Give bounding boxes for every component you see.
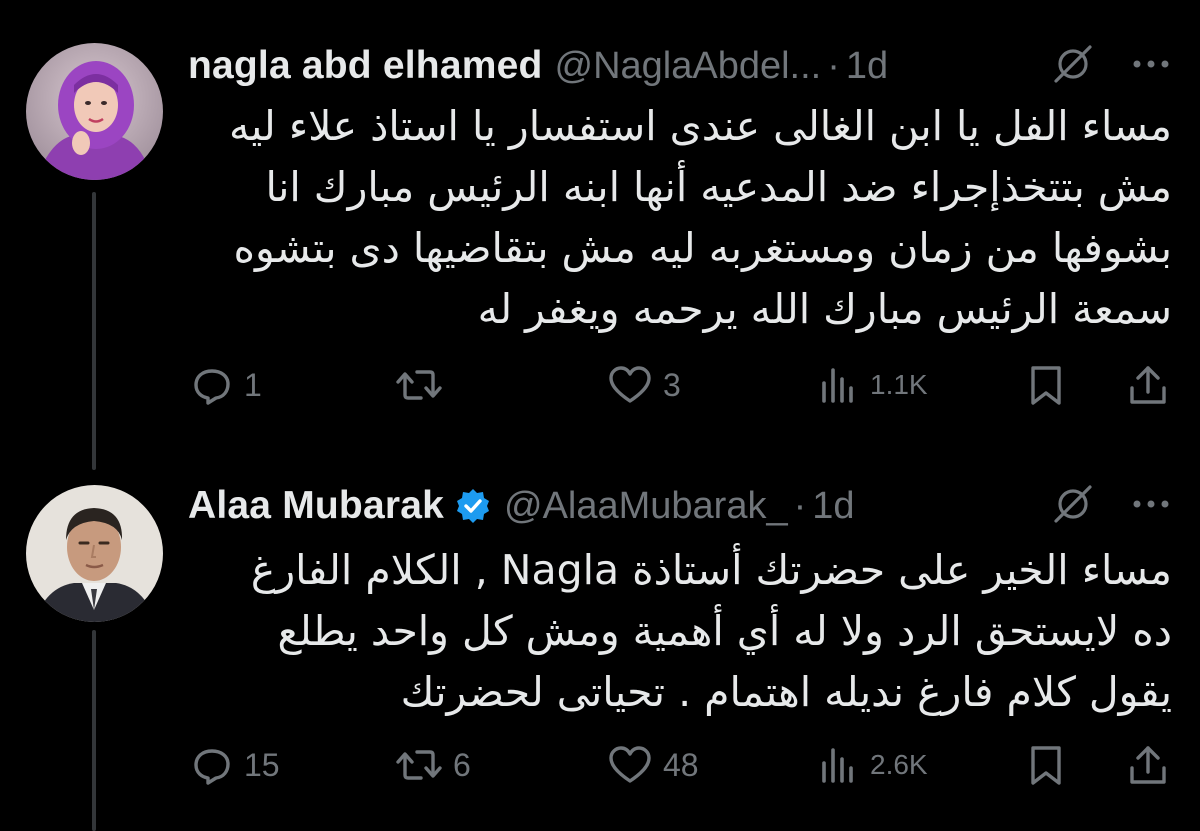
- views-button[interactable]: 1.1K: [816, 360, 928, 410]
- tweet-text-line: بشوفها من زمان ومستغربه ليه مش بتقاضيها …: [233, 224, 1173, 272]
- author-handle[interactable]: @NaglaAbdel...: [555, 45, 822, 88]
- tweet-actions: 15 6 48 2.6K: [188, 740, 1172, 790]
- tweet[interactable]: nagla abd elhamed @NaglaAbdel... · 1d مس…: [0, 0, 1200, 470]
- separator-dot: ·: [793, 484, 807, 527]
- author-handle[interactable]: @AlaaMubarak_: [504, 485, 788, 528]
- views-icon: [816, 363, 860, 407]
- tweet-text: مساء الخير على حضرتك أستاذة Nagla , الكل…: [188, 540, 1172, 723]
- tweet-text-line: مساء الخير على حضرتك أستاذة Nagla , الكل…: [250, 546, 1172, 594]
- share-icon: [1126, 742, 1170, 788]
- share-icon: [1126, 362, 1170, 408]
- retweet-icon: [395, 743, 443, 787]
- reply-count: 15: [244, 746, 280, 783]
- separator-dot: ·: [827, 44, 840, 87]
- views-button[interactable]: 2.6K: [816, 740, 928, 790]
- avatar-image: [26, 485, 163, 622]
- retweet-button[interactable]: [395, 360, 453, 410]
- like-button[interactable]: 48: [607, 740, 699, 790]
- views-count: 1.1K: [870, 369, 928, 400]
- retweet-button[interactable]: 6: [395, 740, 471, 790]
- share-button[interactable]: [1126, 360, 1170, 410]
- more-icon[interactable]: [1130, 43, 1172, 90]
- author-name[interactable]: nagla abd elhamed: [188, 44, 543, 88]
- bookmark-icon: [1026, 743, 1066, 787]
- bookmark-icon: [1026, 363, 1066, 407]
- grok-icon[interactable]: [1050, 41, 1096, 92]
- thread-line: [92, 192, 96, 470]
- share-button[interactable]: [1126, 740, 1170, 790]
- heart-icon: [607, 743, 653, 787]
- like-count: 3: [663, 366, 681, 403]
- author-name[interactable]: Alaa Mubarak: [188, 484, 444, 528]
- tweet-text-line: سمعة الرئيس مبارك الله يرحمه ويغفر له: [477, 285, 1172, 333]
- avatar[interactable]: [26, 43, 163, 180]
- views-count: 2.6K: [870, 749, 928, 780]
- thread-line: [92, 630, 96, 831]
- bookmark-button[interactable]: [1026, 360, 1066, 410]
- timestamp[interactable]: 1d: [846, 45, 888, 88]
- tweet-header: nagla abd elhamed @NaglaAbdel... · 1d: [188, 41, 1200, 91]
- reply-icon: [190, 363, 234, 407]
- timestamp[interactable]: 1d: [812, 485, 854, 528]
- grok-icon[interactable]: [1050, 481, 1096, 532]
- tweet-text: مساء الفل يا ابن الغالى عندى استفسار يا …: [188, 96, 1172, 340]
- more-icon[interactable]: [1130, 483, 1172, 530]
- tweet[interactable]: Alaa Mubarak @AlaaMubarak_ · 1d مساء الخ…: [0, 470, 1200, 831]
- verified-badge-icon: [454, 487, 492, 525]
- tweet-header: Alaa Mubarak @AlaaMubarak_ · 1d: [188, 481, 1200, 531]
- views-icon: [816, 743, 860, 787]
- like-count: 48: [663, 746, 699, 783]
- tweet-actions: 1 3 1.1K: [188, 360, 1172, 410]
- tweet-text-line: مش بتتخذإجراء ضد المدعيه أنها ابنه الرئي…: [265, 163, 1172, 211]
- reply-button[interactable]: 15: [190, 740, 280, 790]
- reply-count: 1: [244, 366, 262, 403]
- retweet-count: 6: [453, 746, 471, 783]
- bookmark-button[interactable]: [1026, 740, 1066, 790]
- reply-icon: [190, 743, 234, 787]
- tweet-text-line: مساء الفل يا ابن الغالى عندى استفسار يا …: [228, 102, 1172, 150]
- heart-icon: [607, 363, 653, 407]
- retweet-icon: [395, 363, 443, 407]
- avatar-image: [26, 43, 163, 180]
- reply-button[interactable]: 1: [190, 360, 262, 410]
- tweet-text-line: ده لايستحق الرد ولا له أي أهمية ومش كل و…: [277, 607, 1172, 655]
- like-button[interactable]: 3: [607, 360, 681, 410]
- avatar[interactable]: [26, 485, 163, 622]
- tweet-text-line: يقول كلام فارغ نديله اهتمام . تحياتى لحض…: [400, 668, 1172, 716]
